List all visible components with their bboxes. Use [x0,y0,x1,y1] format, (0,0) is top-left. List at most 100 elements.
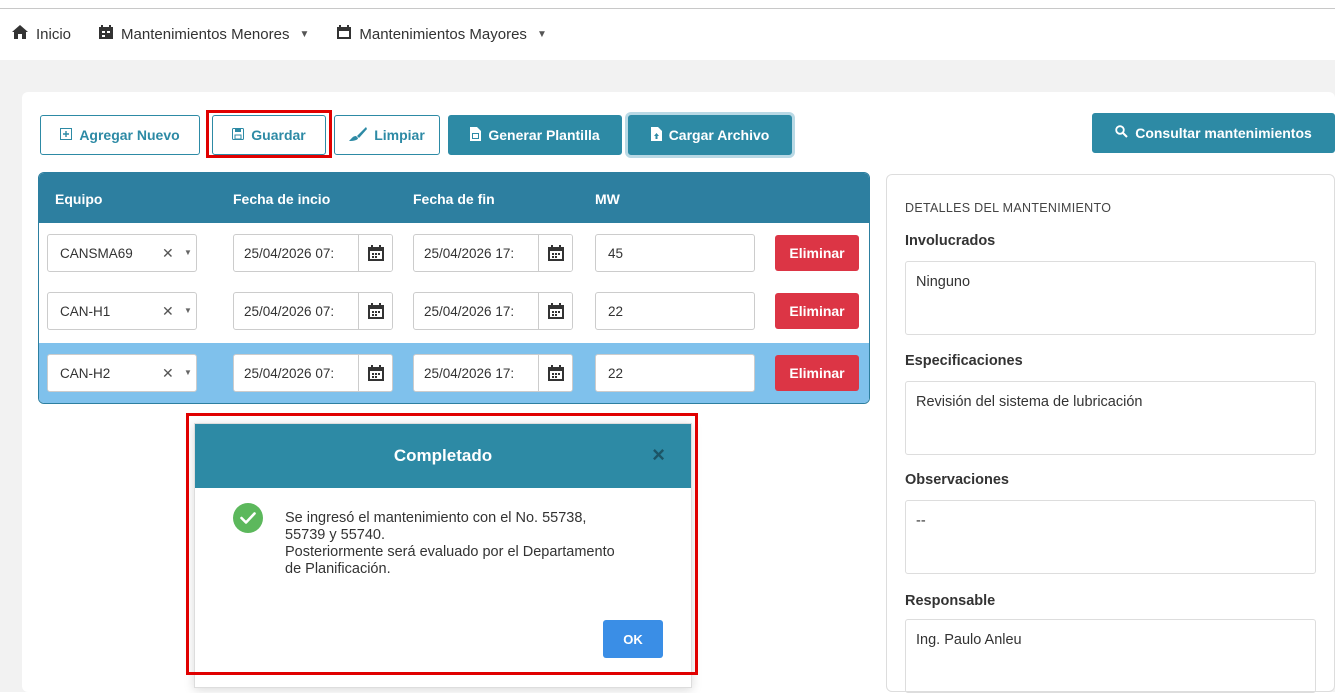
completed-dialog: Completado × Se ingresó el mantenimiento… [194,423,692,688]
upload-file-button[interactable]: Cargar Archivo [628,115,792,155]
start-date-value: 25/04/2026 07: [244,365,335,381]
mw-value: 22 [608,365,624,381]
nav-minor-maintenance[interactable]: Mantenimientos Menores ▼ [99,25,309,43]
search-icon [1115,125,1135,141]
column-header-equipo: Equipo [55,191,103,207]
floppy-disk-icon [232,127,251,143]
especificaciones-label: Especificaciones [905,353,1023,369]
dialog-message-line: de Planificación. [285,561,391,577]
start-date-input[interactable]: 25/04/2026 07: [233,234,393,272]
add-new-label: Agregar Nuevo [79,127,180,143]
close-icon[interactable]: × [652,444,665,466]
start-date-input[interactable]: 25/04/2026 07: [233,292,393,330]
end-date-value: 25/04/2026 17: [424,245,515,261]
responsable-field[interactable]: Ing. Paulo Anleu [905,619,1316,693]
chevron-down-icon: ▼ [299,28,310,40]
maintenance-table: Equipo Fecha de incio Fecha de fin MW CA… [38,172,870,404]
start-date-value: 25/04/2026 07: [244,303,335,319]
panel-title: DETALLES DEL MANTENIMIENTO [905,201,1112,215]
maintenance-details-panel: DETALLES DEL MANTENIMIENTO Involucrados … [886,174,1335,693]
table-header: Equipo Fecha de incio Fecha de fin MW [39,173,869,223]
calendar-icon[interactable] [358,355,392,391]
mw-value: 45 [608,245,624,261]
table-row: CANSMA69 ✕ ▼ 25/04/2026 07: 25/04/2026 1… [39,223,869,283]
delete-button[interactable]: Eliminar [775,355,859,391]
involucrados-field[interactable]: Ninguno [905,261,1316,335]
calendar-icon[interactable] [538,293,572,329]
clear-icon[interactable]: ✕ [162,365,174,382]
nav-major-maintenance[interactable]: Mantenimientos Mayores ▼ [337,25,547,43]
nav-minor-label: Mantenimientos Menores [121,25,290,43]
clear-icon[interactable]: ✕ [162,245,174,262]
equipo-value: CAN-H2 [60,365,111,381]
consult-maintenance-button[interactable]: Consultar mantenimientos [1092,113,1335,153]
generate-template-label: Generar Plantilla [488,127,600,143]
dialog-header: Completado × [195,424,691,488]
calendar-icon [99,25,121,43]
end-date-input[interactable]: 25/04/2026 17: [413,354,573,392]
delete-button[interactable]: Eliminar [775,235,859,271]
column-header-fecha-inicio: Fecha de incio [233,191,331,207]
calendar-icon[interactable] [538,235,572,271]
chevron-down-icon[interactable]: ▼ [184,306,192,315]
equipo-value: CANSMA69 [60,245,133,261]
check-circle-icon [233,503,263,533]
dialog-message: Se ingresó el mantenimiento con el No. 5… [285,510,685,578]
start-date-input[interactable]: 25/04/2026 07: [233,354,393,392]
consult-maintenance-label: Consultar mantenimientos [1135,125,1312,141]
equipo-value: CAN-H1 [60,303,111,319]
mw-value: 22 [608,303,624,319]
observaciones-label: Observaciones [905,472,1009,488]
table-row-selected: CAN-H2 ✕ ▼ 25/04/2026 07: 25/04/2026 17:… [39,343,869,403]
involucrados-label: Involucrados [905,233,996,249]
calendar-icon[interactable] [358,293,392,329]
end-date-input[interactable]: 25/04/2026 17: [413,234,573,272]
equipo-select[interactable]: CAN-H2 ✕ ▼ [47,354,197,392]
nav-home-label: Inicio [36,25,72,43]
mw-input[interactable]: 22 [595,354,755,392]
chevron-down-icon[interactable]: ▼ [184,368,192,377]
mw-input[interactable]: 45 [595,234,755,272]
home-icon [12,25,36,43]
column-header-fecha-fin: Fecha de fin [413,191,495,207]
equipo-select[interactable]: CAN-H1 ✕ ▼ [47,292,197,330]
table-row: CAN-H1 ✕ ▼ 25/04/2026 07: 25/04/2026 17:… [39,283,869,343]
save-label: Guardar [251,127,306,143]
observaciones-field[interactable]: -- [905,500,1316,574]
clear-icon[interactable]: ✕ [162,303,174,320]
end-date-input[interactable]: 25/04/2026 17: [413,292,573,330]
dialog-message-line: 55739 y 55740. [285,527,385,543]
chevron-down-icon: ▼ [536,28,547,40]
especificaciones-field[interactable]: Revisión del sistema de lubricación [905,381,1316,455]
mw-input[interactable]: 22 [595,292,755,330]
nav-major-label: Mantenimientos Mayores [359,25,527,43]
dialog-message-line: Posteriormente será evaluado por el Depa… [285,544,615,560]
column-header-mw: MW [595,191,620,207]
calendar-icon [337,25,359,43]
clear-label: Limpiar [374,127,425,143]
nav-home[interactable]: Inicio [12,25,71,43]
plus-square-icon [60,127,79,143]
generate-template-button[interactable]: Generar Plantilla [448,115,622,155]
delete-button[interactable]: Eliminar [775,293,859,329]
responsable-label: Responsable [905,593,996,609]
dialog-title: Completado [393,446,493,465]
clear-button[interactable]: Limpiar [334,115,440,155]
ok-button[interactable]: OK [603,620,663,658]
calendar-icon[interactable] [538,355,572,391]
top-nav: Inicio Mantenimientos Menores ▼ Mantenim… [12,24,575,44]
end-date-value: 25/04/2026 17: [424,365,515,381]
calendar-icon[interactable] [358,235,392,271]
file-upload-icon [650,126,669,144]
file-icon [470,126,488,144]
add-new-button[interactable]: Agregar Nuevo [40,115,200,155]
start-date-value: 25/04/2026 07: [244,245,335,261]
chevron-down-icon[interactable]: ▼ [184,248,192,257]
save-button[interactable]: Guardar [212,115,326,155]
top-divider [0,8,1335,9]
equipo-select[interactable]: CANSMA69 ✕ ▼ [47,234,197,272]
upload-file-label: Cargar Archivo [668,127,770,143]
end-date-value: 25/04/2026 17: [424,303,515,319]
dialog-message-line: Se ingresó el mantenimiento con el No. 5… [285,510,587,526]
brush-icon [349,126,374,144]
